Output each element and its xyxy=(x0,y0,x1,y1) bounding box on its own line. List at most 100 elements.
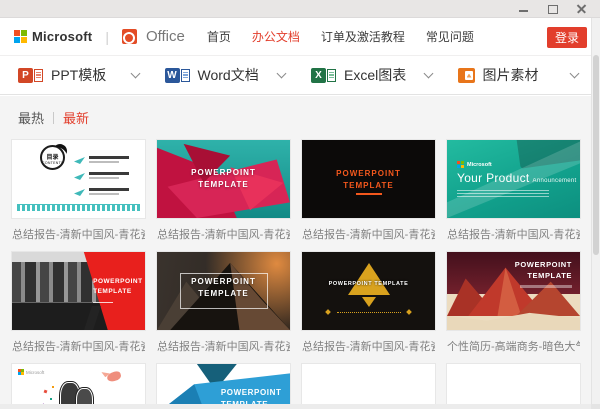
template-card[interactable]: POWERPOINTTEMPLATE xyxy=(157,364,290,409)
filter-new[interactable]: 最新 xyxy=(63,108,89,127)
office-logo-icon xyxy=(122,29,137,44)
thumbnail-title: POWERPOINTTEMPLATE xyxy=(302,168,435,192)
microsoft-wordmark: Microsoft xyxy=(32,29,92,44)
scrollbar-corner xyxy=(591,404,600,409)
template-thumbnail[interactable]: POWERPOINTTEMPLATE xyxy=(12,252,145,330)
template-card[interactable]: Microsoft ♥ ♥ xyxy=(12,364,145,409)
template-caption[interactable]: 总结报告-清新中国风-青花瓷配... xyxy=(302,338,435,354)
template-caption[interactable]: 总结报告-清新中国风-青花瓷配... xyxy=(12,338,145,354)
text-lines-decoration xyxy=(457,190,549,197)
underline-decoration xyxy=(93,302,113,304)
template-thumbnail[interactable]: POWERPOINTTEMPLATE xyxy=(447,252,580,330)
template-thumbnail[interactable]: Microsoft ♥ ♥ xyxy=(12,364,145,409)
nav-link-faq[interactable]: 常见问题 xyxy=(426,28,474,45)
filter-separator xyxy=(53,112,54,124)
microsoft-logo-icon: Microsoft xyxy=(18,369,44,375)
chevron-down-icon[interactable] xyxy=(277,68,287,78)
office-wordmark: Office xyxy=(146,28,185,45)
image-icon xyxy=(458,68,475,83)
category-image-assets[interactable]: 图片素材 xyxy=(444,56,591,94)
template-card[interactable] xyxy=(447,364,580,409)
template-thumbnail[interactable]: POWERPOINT TEMPLATE xyxy=(302,252,435,330)
microsoft-logo-icon xyxy=(14,30,27,43)
template-card[interactable]: POWERPOINTTEMPLATE 总结报告-清新中国风-青花瓷配... xyxy=(157,140,290,242)
horizontal-scrollbar[interactable] xyxy=(0,404,591,409)
triangle-decoration xyxy=(362,297,376,307)
powerpoint-icon: P xyxy=(18,68,43,83)
category-label: Excel图表 xyxy=(344,65,406,85)
template-thumbnail[interactable] xyxy=(447,364,580,409)
vertical-scrollbar-thumb[interactable] xyxy=(593,55,599,255)
nav-link-orders[interactable]: 订单及激活教程 xyxy=(321,28,405,45)
diamond-decoration xyxy=(406,309,412,315)
thumbnail-title: POWERPOINTTEMPLATE xyxy=(515,259,572,288)
template-card[interactable]: POWERPOINT TEMPLATE 总结报告-清新中国风-青花瓷配... xyxy=(302,252,435,354)
category-word-docs[interactable]: W Word文档 xyxy=(151,56,298,94)
template-card[interactable]: POWERPOINTTEMPLATE 个性简历-高端商务-暗色大气 xyxy=(447,252,580,354)
close-icon[interactable] xyxy=(576,3,588,15)
template-thumbnail[interactable]: Microsoft Your ProductAnnouncement xyxy=(447,140,580,218)
template-grid: 目录 CONTENTS 总结报告-清新中国风-青花瓷配... xyxy=(12,140,600,409)
triangle-decoration xyxy=(348,263,390,295)
word-icon-letter: W xyxy=(165,68,180,83)
chevron-down-icon[interactable] xyxy=(130,68,140,78)
chevron-down-icon[interactable] xyxy=(570,68,580,78)
category-excel-charts[interactable]: X Excel图表 xyxy=(297,56,444,94)
excel-icon-page xyxy=(327,69,336,82)
template-thumbnail[interactable] xyxy=(302,364,435,409)
nav-link-home[interactable]: 首页 xyxy=(207,28,231,45)
template-caption[interactable]: 总结报告-清新中国风-青花瓷配... xyxy=(157,338,290,354)
chevron-down-icon[interactable] xyxy=(423,68,433,78)
dotted-line-decoration xyxy=(337,312,401,313)
thumbnail-title: Your ProductAnnouncement xyxy=(457,171,577,185)
stripe-decoration xyxy=(17,204,140,211)
contents-circle: 目录 CONTENTS xyxy=(40,145,65,170)
template-caption[interactable]: 总结报告-清新中国风-青花瓷配... xyxy=(302,226,435,242)
diamond-decoration xyxy=(325,309,331,315)
template-thumbnail[interactable]: POWERPOINTTEMPLATE xyxy=(157,140,290,218)
template-card[interactable]: Microsoft Your ProductAnnouncement 总结报告-… xyxy=(447,140,580,242)
brand-separator: | xyxy=(105,29,109,45)
navbar: Microsoft | Office 首页 办公文档 订单及激活教程 常见问题 … xyxy=(0,18,600,55)
minimize-icon[interactable] xyxy=(518,3,530,15)
template-card[interactable] xyxy=(302,364,435,409)
cupid-decoration xyxy=(106,370,122,382)
template-thumbnail[interactable]: POWERPOINTTEMPLATE xyxy=(302,140,435,218)
template-card[interactable]: POWERPOINTTEMPLATE 总结报告-清新中国风-青花瓷配... xyxy=(157,252,290,354)
category-label: PPT模板 xyxy=(51,65,106,85)
login-button[interactable]: 登录 xyxy=(547,27,587,48)
template-caption[interactable]: 总结报告-清新中国风-青花瓷配... xyxy=(447,226,580,242)
template-thumbnail[interactable]: 目录 CONTENTS xyxy=(12,140,145,218)
thumbnail-brand: Microsoft xyxy=(467,162,492,168)
template-caption[interactable]: 个性简历-高端商务-暗色大气 xyxy=(447,338,580,354)
category-label: 图片素材 xyxy=(483,65,539,85)
nav-link-office-docs[interactable]: 办公文档 xyxy=(252,28,300,45)
template-thumbnail[interactable]: POWERPOINTTEMPLATE xyxy=(157,252,290,330)
excel-icon-letter: X xyxy=(311,68,326,83)
template-card[interactable]: POWERPOINTTEMPLATE 总结报告-清新中国风-青花瓷配... xyxy=(12,252,145,354)
list-item-decoration xyxy=(74,172,129,180)
list-item-decoration xyxy=(74,156,129,164)
template-card[interactable]: 目录 CONTENTS 总结报告-清新中国风-青花瓷配... xyxy=(12,140,145,242)
template-card[interactable]: POWERPOINTTEMPLATE 总结报告-清新中国风-青花瓷配... xyxy=(302,140,435,242)
category-ppt-templates[interactable]: P PPT模板 xyxy=(4,56,151,94)
underline-decoration xyxy=(520,285,572,288)
thumbnail-title: POWERPOINTTEMPLATE xyxy=(93,277,142,303)
word-icon-page xyxy=(181,69,190,82)
filter-hot[interactable]: 最热 xyxy=(18,108,44,127)
template-caption[interactable]: 总结报告-清新中国风-青花瓷配... xyxy=(157,226,290,242)
thumbnail-title: POWERPOINTTEMPLATE xyxy=(157,167,290,191)
template-thumbnail[interactable]: POWERPOINTTEMPLATE xyxy=(157,364,290,409)
microsoft-office-logo: Microsoft | Office xyxy=(14,28,185,45)
thumbnail-title: POWERPOINTTEMPLATE xyxy=(157,276,290,300)
word-icon: W xyxy=(165,68,190,83)
nav-links: 首页 办公文档 订单及激活教程 常见问题 xyxy=(207,28,474,45)
category-label: Word文档 xyxy=(198,65,259,85)
thumbnail-subtitle: CONTENTS xyxy=(42,161,63,165)
vertical-scrollbar[interactable] xyxy=(591,18,600,404)
maximize-icon[interactable] xyxy=(547,3,559,15)
list-item-decoration xyxy=(74,188,129,196)
microsoft-logo-icon: Microsoft xyxy=(457,161,492,168)
template-caption[interactable]: 总结报告-清新中国风-青花瓷配... xyxy=(12,226,145,242)
titlebar xyxy=(0,0,600,18)
